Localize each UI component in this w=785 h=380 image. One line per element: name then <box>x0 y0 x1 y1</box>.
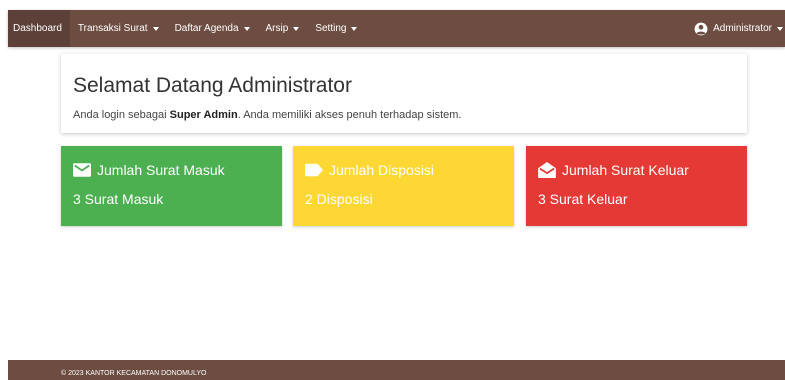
caret-down-icon <box>293 26 300 31</box>
nav-arsip-label: Arsip <box>265 23 289 34</box>
nav-setting[interactable]: Setting <box>307 10 365 47</box>
page-footer: © 2023 KANTOR KECAMATAN DONOMULYO <box>8 360 785 380</box>
caret-down-icon <box>243 26 250 31</box>
welcome-message: Anda login sebagai Super Admin. Anda mem… <box>73 109 735 121</box>
nav-setting-label: Setting <box>315 23 347 34</box>
welcome-panel: Selamat Datang Administrator Anda login … <box>61 54 747 133</box>
nav-daftar-agenda-label: Daftar Agenda <box>174 23 239 34</box>
caret-down-icon <box>351 26 358 31</box>
account-circle-icon <box>694 22 708 35</box>
mail-icon <box>73 163 91 177</box>
nav-transaksi-surat-label: Transaksi Surat <box>77 23 148 34</box>
card-surat-masuk: Jumlah Surat Masuk 3 Surat Masuk <box>61 146 282 226</box>
nav-arsip[interactable]: Arsip <box>258 10 308 47</box>
welcome-title: Selamat Datang Administrator <box>73 74 352 97</box>
nav-dashboard-label: Dashboard <box>13 23 62 34</box>
nav-dashboard[interactable]: Dashboard <box>8 10 70 47</box>
card-disposisi-value: 2 Disposisi <box>305 191 373 207</box>
card-surat-masuk-title: Jumlah Surat Masuk <box>73 162 270 178</box>
nav-transaksi-surat[interactable]: Transaksi Surat <box>70 10 167 47</box>
caret-down-icon <box>152 26 159 31</box>
card-disposisi-label: Jumlah Disposisi <box>329 162 435 178</box>
nav-daftar-agenda[interactable]: Daftar Agenda <box>167 10 258 47</box>
top-navbar: Dashboard Transaksi Surat Daftar Agenda … <box>8 10 785 47</box>
footer-copyright: © 2023 KANTOR KECAMATAN DONOMULYO <box>61 370 207 377</box>
card-surat-keluar-title: Jumlah Surat Keluar <box>538 162 735 178</box>
card-surat-keluar-label: Jumlah Surat Keluar <box>562 162 689 178</box>
drafts-icon <box>538 162 556 178</box>
welcome-message-suffix: . Anda memiliki akses penuh terhadap sis… <box>237 109 462 121</box>
card-surat-masuk-value: 3 Surat Masuk <box>73 191 164 207</box>
user-role: Super Admin <box>169 109 238 121</box>
card-surat-keluar: Jumlah Surat Keluar 3 Surat Keluar <box>526 146 747 226</box>
user-menu-label: Administrator <box>713 23 772 34</box>
caret-down-icon <box>777 26 783 31</box>
card-surat-masuk-label: Jumlah Surat Masuk <box>97 162 225 178</box>
card-surat-keluar-value: 3 Surat Keluar <box>538 191 628 207</box>
welcome-message-prefix: Anda login sebagai <box>73 109 170 121</box>
card-disposisi-title: Jumlah Disposisi <box>305 162 502 178</box>
card-disposisi: Jumlah Disposisi 2 Disposisi <box>293 146 514 226</box>
label-icon <box>305 163 323 177</box>
user-menu[interactable]: Administrator <box>694 10 785 47</box>
